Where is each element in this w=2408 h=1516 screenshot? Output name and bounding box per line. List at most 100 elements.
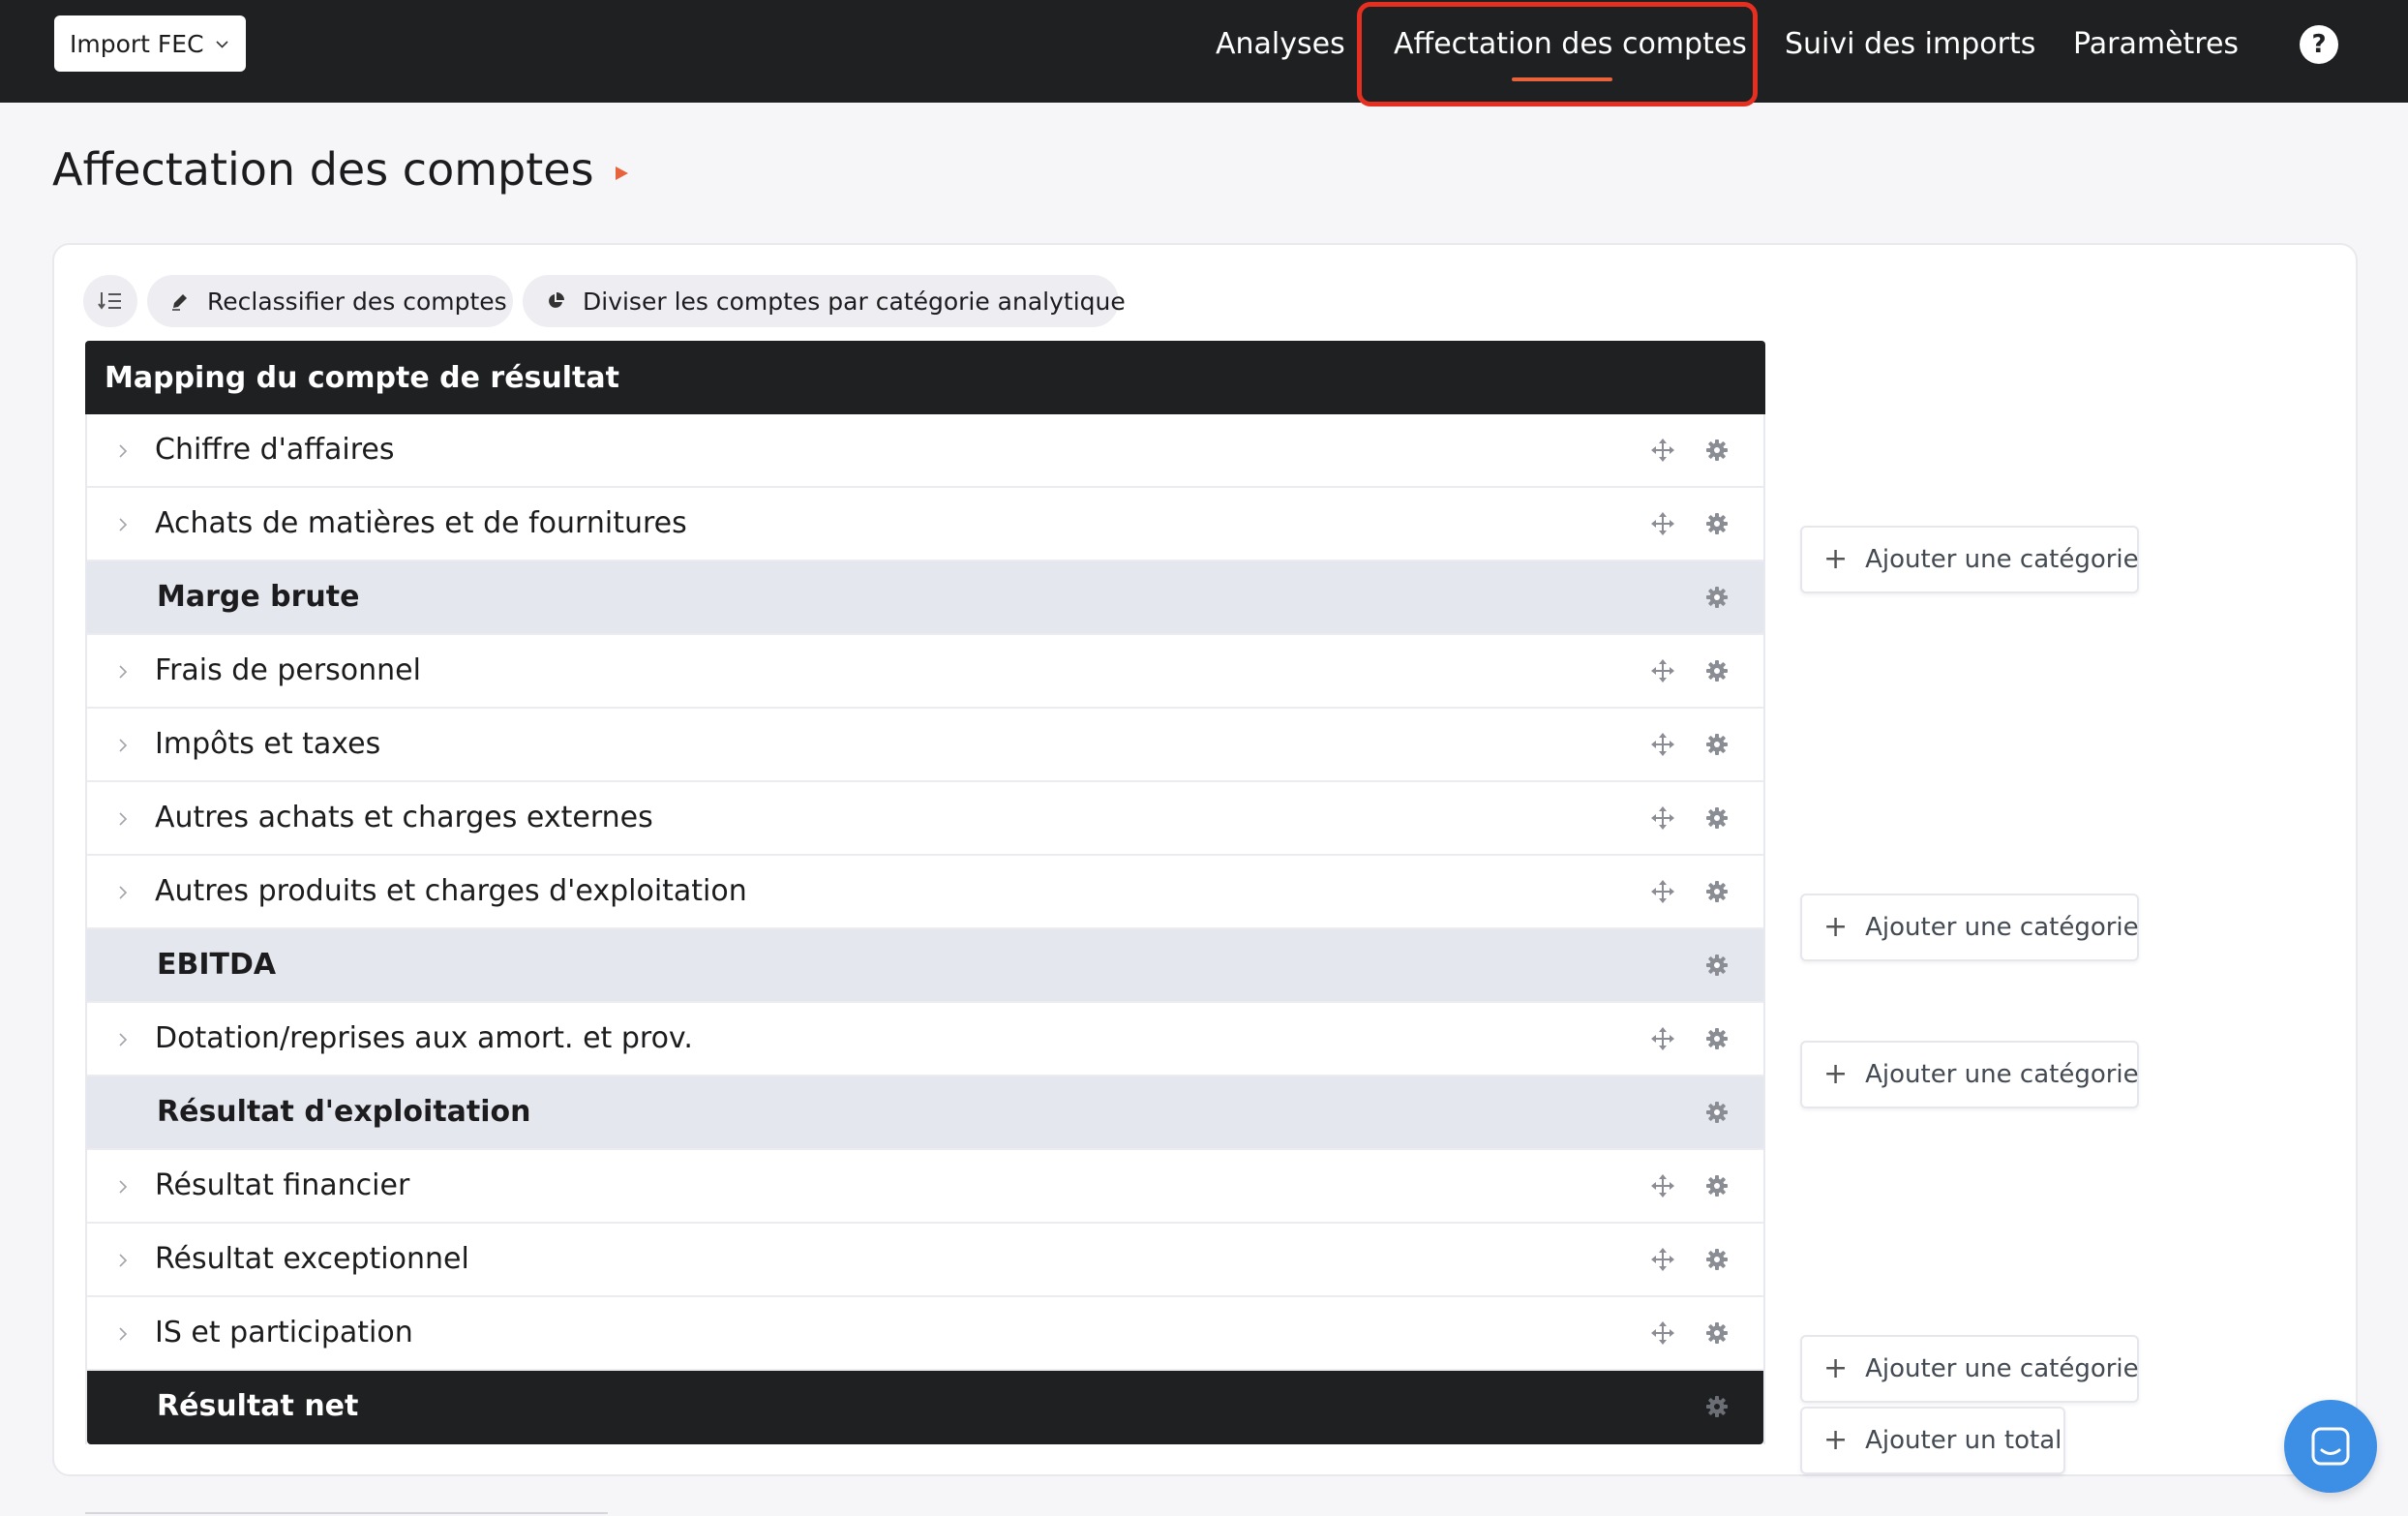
highlight-annotation-box [1357, 2, 1758, 106]
row-label: Résultat exceptionnel [155, 1242, 469, 1276]
top-nav-bar: Import FEC Analyses Affectation des comp… [0, 0, 2408, 103]
plus-icon: + [1823, 910, 1849, 944]
drag-move-icon[interactable] [1651, 1174, 1674, 1198]
gear-icon[interactable] [1705, 1027, 1729, 1050]
mapping-category-row[interactable]: Autres achats et charges externes [87, 782, 1763, 856]
gear-icon[interactable] [1705, 439, 1729, 462]
mapping-category-row[interactable]: IS et participation [87, 1297, 1763, 1371]
sort-list-icon [98, 292, 121, 310]
nav-analyses[interactable]: Analyses [1216, 25, 1345, 64]
gear-icon[interactable] [1705, 1395, 1729, 1418]
sort-button[interactable] [83, 275, 137, 327]
row-label: Autres produits et charges d'exploitatio… [155, 874, 747, 908]
gear-icon[interactable] [1705, 1174, 1729, 1198]
mapping-total-row[interactable]: Résultat d'exploitation [87, 1076, 1763, 1150]
gear-icon[interactable] [1705, 512, 1729, 535]
help-icon[interactable]: ? [2300, 25, 2338, 64]
nav-parametres[interactable]: Paramètres [2073, 25, 2239, 64]
gear-icon[interactable] [1705, 586, 1729, 609]
mapping-category-row[interactable]: Impôts et taxes [87, 709, 1763, 782]
chevron-right-icon[interactable] [116, 517, 130, 532]
divide-label: Diviser les comptes par catégorie analyt… [583, 287, 1126, 316]
drag-move-icon[interactable] [1651, 1248, 1674, 1271]
chevron-down-icon [216, 41, 228, 48]
mapping-category-row[interactable]: Chiffre d'affaires [87, 414, 1763, 488]
add-total-button[interactable]: + Ajouter un total [1800, 1407, 2065, 1474]
drag-move-icon[interactable] [1651, 1027, 1674, 1050]
chevron-right-icon[interactable] [116, 443, 130, 459]
chevron-right-icon[interactable] [116, 811, 130, 827]
play-triangle-icon[interactable] [614, 166, 629, 181]
mapping-header: Mapping du compte de résultat [85, 341, 1765, 414]
gear-icon[interactable] [1705, 659, 1729, 682]
add-category-button[interactable]: + Ajouter une catégorie [1800, 1041, 2139, 1108]
chevron-right-icon[interactable] [116, 885, 130, 900]
row-label: Dotation/reprises aux amort. et prov. [155, 1021, 693, 1055]
row-label: Frais de personnel [155, 653, 421, 687]
chevron-right-icon[interactable] [116, 1032, 130, 1047]
drag-move-icon[interactable] [1651, 880, 1674, 903]
gear-icon[interactable] [1705, 880, 1729, 903]
reclassify-label: Reclassifier des comptes [207, 287, 507, 316]
gear-icon[interactable] [1705, 1101, 1729, 1124]
add-category-label: Ajouter une catégorie [1865, 1354, 2139, 1383]
divide-accounts-button[interactable]: Diviser les comptes par catégorie analyt… [523, 275, 1126, 327]
drag-move-icon[interactable] [1651, 512, 1674, 535]
plus-icon: + [1823, 542, 1849, 576]
mapping-category-row[interactable]: Achats de matières et de fournitures [87, 488, 1763, 561]
drag-move-icon[interactable] [1651, 733, 1674, 756]
plus-icon: + [1823, 1423, 1849, 1457]
chevron-right-icon[interactable] [116, 1179, 130, 1195]
add-category-label: Ajouter une catégorie [1865, 1060, 2139, 1089]
add-category-label: Ajouter une catégorie [1865, 545, 2139, 574]
gear-icon[interactable] [1705, 1248, 1729, 1271]
chevron-right-icon[interactable] [116, 1253, 130, 1268]
row-label: Chiffre d'affaires [155, 433, 395, 467]
chevron-right-icon[interactable] [116, 738, 130, 753]
chevron-right-icon[interactable] [116, 1326, 130, 1342]
mapping-total-row[interactable]: Marge brute [87, 561, 1763, 635]
add-category-button[interactable]: + Ajouter une catégorie [1800, 526, 2139, 593]
gear-icon[interactable] [1705, 1321, 1729, 1345]
add-category-button[interactable]: + Ajouter une catégorie [1800, 1335, 2139, 1403]
mapping-category-row[interactable]: Frais de personnel [87, 635, 1763, 709]
pie-chart-icon [549, 292, 564, 308]
plus-icon: + [1823, 1351, 1849, 1385]
row-label: Résultat net [157, 1389, 359, 1423]
import-select[interactable]: Import FEC [54, 15, 246, 72]
reclassify-accounts-button[interactable]: Reclassifier des comptes [147, 275, 513, 327]
plus-icon: + [1823, 1057, 1849, 1091]
gear-icon[interactable] [1705, 733, 1729, 756]
drag-move-icon[interactable] [1651, 806, 1674, 830]
drag-move-icon[interactable] [1651, 439, 1674, 462]
row-label: Achats de matières et de fournitures [155, 506, 687, 540]
gear-icon[interactable] [1705, 954, 1729, 977]
mapping-total-row[interactable]: EBITDA [87, 929, 1763, 1003]
mapping-category-row[interactable]: Résultat financier [87, 1150, 1763, 1224]
row-label: Résultat financier [155, 1168, 410, 1202]
mapping-category-row[interactable]: Résultat exceptionnel [87, 1224, 1763, 1297]
gear-icon[interactable] [1705, 806, 1729, 830]
add-category-label: Ajouter une catégorie [1865, 913, 2139, 942]
mapping-category-row[interactable]: Autres produits et charges d'exploitatio… [87, 856, 1763, 929]
add-total-label: Ajouter un total [1865, 1426, 2062, 1455]
mapping-category-row[interactable]: Dotation/reprises aux amort. et prov. [87, 1003, 1763, 1076]
chevron-right-icon[interactable] [116, 664, 130, 680]
row-label: IS et participation [155, 1316, 413, 1349]
mapping-total-row[interactable]: Résultat net [87, 1371, 1763, 1444]
row-label: Marge brute [157, 580, 360, 614]
add-category-button[interactable]: + Ajouter une catégorie [1800, 894, 2139, 961]
row-label: Autres achats et charges externes [155, 801, 653, 834]
row-label: Résultat d'exploitation [157, 1095, 531, 1129]
import-select-label: Import FEC [70, 29, 204, 58]
chat-support-button[interactable] [2284, 1400, 2377, 1493]
page-title: Affectation des comptes [52, 143, 594, 196]
mapping-header-title: Mapping du compte de résultat [105, 360, 619, 395]
pencil-icon [172, 294, 187, 311]
nav-suivi-des-imports[interactable]: Suivi des imports [1785, 25, 2035, 64]
drag-move-icon[interactable] [1651, 659, 1674, 682]
row-label: EBITDA [157, 948, 277, 982]
drag-move-icon[interactable] [1651, 1321, 1674, 1345]
chat-icon [2311, 1427, 2350, 1466]
row-label: Impôts et taxes [155, 727, 381, 761]
